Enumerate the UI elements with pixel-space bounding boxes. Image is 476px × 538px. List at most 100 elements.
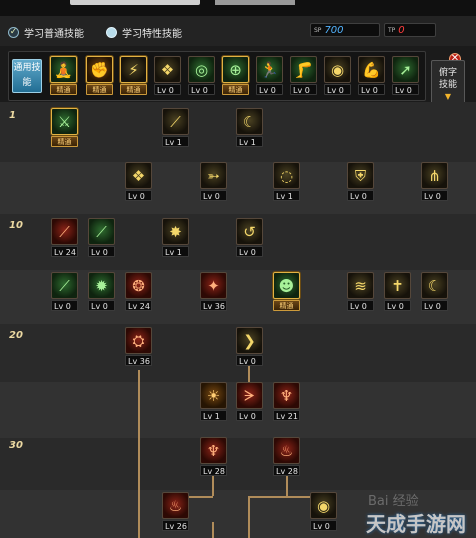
wing-icon: ❖ bbox=[154, 56, 181, 83]
skill-level-label: Lv 1 bbox=[236, 136, 263, 147]
skill-level-label: Lv 0 bbox=[392, 84, 419, 95]
skill-node[interactable]: ◉ Lv 0 bbox=[310, 492, 337, 532]
common-skill-slot[interactable]: 🦵 Lv 0 bbox=[290, 56, 317, 96]
skill-node[interactable]: ✸ Lv 1 bbox=[162, 218, 189, 258]
dagger-icon: ⟋ bbox=[51, 272, 78, 299]
skill-node[interactable]: ✝ Lv 0 bbox=[384, 272, 411, 312]
tab-indicator-secondary[interactable] bbox=[215, 0, 295, 5]
green-blade-icon: ⟋ bbox=[88, 218, 115, 245]
skill-level-label: Lv 1 bbox=[162, 136, 189, 147]
skill-level-label: Lv 28 bbox=[200, 465, 227, 476]
eye-icon: ◉ bbox=[310, 492, 337, 519]
skill-node[interactable]: ✦ Lv 36 bbox=[200, 272, 227, 312]
connector-line bbox=[212, 474, 214, 496]
sword-slash-icon: ⚔ bbox=[51, 108, 78, 135]
skill-node[interactable]: ♨ Lv 28 bbox=[273, 437, 300, 477]
skill-level-label: Lv 0 bbox=[188, 84, 215, 95]
sp-value: 700 bbox=[324, 24, 344, 36]
watermark-top: Bai 经验 bbox=[368, 494, 419, 509]
skill-level-label: Lv 0 bbox=[88, 300, 115, 311]
skill-node[interactable]: ≋ Lv 0 bbox=[347, 272, 374, 312]
radio-dot-icon bbox=[106, 27, 117, 38]
skill-node[interactable]: ☻ 精通 bbox=[273, 272, 300, 312]
skill-node[interactable]: ♆ Lv 21 bbox=[273, 382, 300, 422]
skill-level-label: Lv 26 bbox=[162, 520, 189, 531]
skill-node[interactable]: ➳ Lv 0 bbox=[200, 162, 227, 202]
skill-level-label: 精通 bbox=[222, 84, 249, 95]
skill-level-label: Lv 0 bbox=[358, 84, 385, 95]
tab-indicator[interactable] bbox=[70, 0, 200, 5]
target-icon: ◎ bbox=[188, 56, 215, 83]
fire-crack-icon: ✦ bbox=[200, 272, 227, 299]
swirl-icon: ↺ bbox=[236, 218, 263, 245]
red-bow-icon: ᗒ bbox=[236, 382, 263, 409]
level-marker-1: 1 bbox=[9, 110, 16, 121]
skill-node[interactable]: ☀ Lv 1 bbox=[200, 382, 227, 422]
side-skill-label: 俯字技能 bbox=[438, 68, 457, 90]
triple-orb-icon: ❂ bbox=[125, 272, 152, 299]
wing-burst-icon: ❖ bbox=[125, 162, 152, 189]
common-skill-slot[interactable]: ✊ 精通 bbox=[86, 56, 113, 96]
kick-icon: 🦵 bbox=[290, 56, 317, 83]
side-skill-button[interactable]: 俯字技能 ▼ bbox=[431, 60, 465, 104]
skill-node[interactable]: ⟋ Lv 24 bbox=[51, 218, 78, 258]
orb-icon: ◉ bbox=[324, 56, 351, 83]
radio-special-label: 学习特性技能 bbox=[122, 29, 182, 40]
skill-level-label: Lv 1 bbox=[273, 190, 300, 201]
common-skill-slot[interactable]: ⚡ 精通 bbox=[120, 56, 147, 96]
skill-level-label: Lv 0 bbox=[51, 300, 78, 311]
skill-node[interactable]: ⚔ 精通 bbox=[51, 108, 78, 148]
phoenix-icon: ♨ bbox=[162, 492, 189, 519]
skill-level-label: 精通 bbox=[86, 84, 113, 95]
common-skill-slot[interactable]: ➚ Lv 0 bbox=[392, 56, 419, 96]
top-strip bbox=[0, 0, 476, 16]
skill-node[interactable]: ✹ Lv 0 bbox=[88, 272, 115, 312]
skill-level-label: Lv 24 bbox=[125, 300, 152, 311]
skill-node[interactable]: ᗒ Lv 0 bbox=[236, 382, 263, 422]
skill-node[interactable]: ☾ Lv 1 bbox=[236, 108, 263, 148]
flame-blade-icon: ⟋ bbox=[51, 218, 78, 245]
radio-special-skills[interactable]: 学习特性技能 bbox=[106, 25, 182, 40]
common-skill-slot[interactable]: 🏃 Lv 0 bbox=[256, 56, 283, 96]
skill-level-label: Lv 36 bbox=[200, 300, 227, 311]
skill-node[interactable]: ⟋ Lv 0 bbox=[88, 218, 115, 258]
skill-node[interactable]: ⟋ Lv 1 bbox=[162, 108, 189, 148]
skill-node[interactable]: ⛨ Lv 0 bbox=[347, 162, 374, 202]
fire-mark-icon: ⛭ bbox=[125, 327, 152, 354]
level-marker-10: 10 bbox=[9, 220, 23, 231]
radio-normal-label: 学习普通技能 bbox=[24, 29, 84, 40]
skill-node[interactable]: ↺ Lv 0 bbox=[236, 218, 263, 258]
skill-node[interactable]: ◌ Lv 1 bbox=[273, 162, 300, 202]
common-skills-label: 通用技能 bbox=[12, 59, 42, 93]
radio-normal-skills[interactable]: 学习普通技能 bbox=[8, 25, 84, 40]
fan-icon: ⋔ bbox=[421, 162, 448, 189]
skill-node[interactable]: ❖ Lv 0 bbox=[125, 162, 152, 202]
common-skill-slot[interactable]: ⊕ 精通 bbox=[222, 56, 249, 96]
runner-icon: 🏃 bbox=[256, 56, 283, 83]
skill-node[interactable]: ❂ Lv 24 bbox=[125, 272, 152, 312]
skill-level-label: 精通 bbox=[51, 136, 78, 147]
skill-node[interactable]: ⋔ Lv 0 bbox=[421, 162, 448, 202]
skill-level-label: Lv 0 bbox=[236, 410, 263, 421]
skill-node[interactable]: ☾ Lv 0 bbox=[421, 272, 448, 312]
sun-face-icon: ☀ bbox=[200, 382, 227, 409]
common-skill-slot[interactable]: ◉ Lv 0 bbox=[324, 56, 351, 96]
skill-node[interactable]: ❯ Lv 0 bbox=[236, 327, 263, 367]
sp-tag: SP bbox=[314, 26, 322, 34]
shield-icon: ⛨ bbox=[347, 162, 374, 189]
common-skill-slot[interactable]: ◎ Lv 0 bbox=[188, 56, 215, 96]
skill-node[interactable]: ♨ Lv 26 bbox=[162, 492, 189, 532]
skill-node[interactable]: ⛭ Lv 36 bbox=[125, 327, 152, 367]
common-skill-slot[interactable]: 🧘 精通 bbox=[50, 56, 77, 96]
skill-node[interactable]: ♆ Lv 28 bbox=[200, 437, 227, 477]
skill-level-label: Lv 0 bbox=[236, 246, 263, 257]
common-skill-slot[interactable]: 💪 Lv 0 bbox=[358, 56, 385, 96]
skill-level-label: Lv 1 bbox=[162, 246, 189, 257]
wave-icon: ≋ bbox=[347, 272, 374, 299]
skill-level-label: Lv 0 bbox=[88, 246, 115, 257]
common-skill-slot[interactable]: ❖ Lv 0 bbox=[154, 56, 181, 96]
level-marker-20: 20 bbox=[9, 330, 23, 341]
skill-level-label: 精通 bbox=[50, 84, 77, 95]
tree-band bbox=[0, 162, 476, 214]
skill-node[interactable]: ⟋ Lv 0 bbox=[51, 272, 78, 312]
